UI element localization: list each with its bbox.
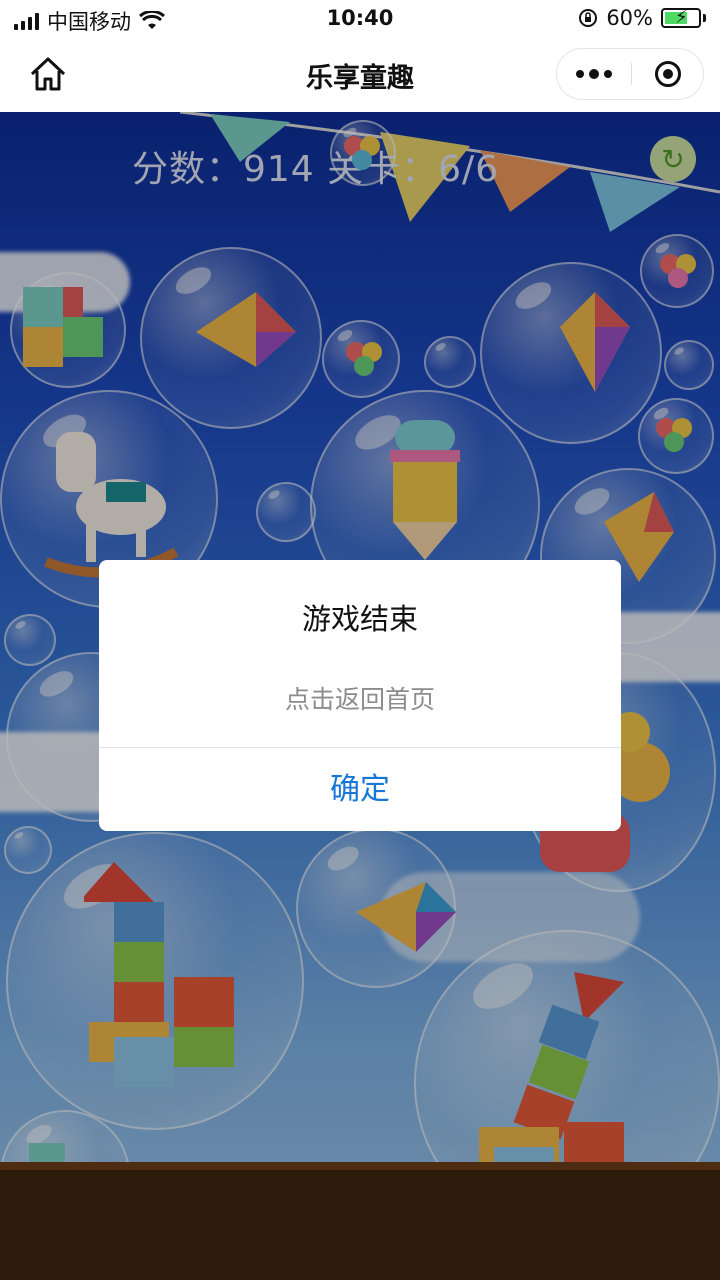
nav-bar: 乐享童趣 (0, 36, 720, 112)
status-bar: 中国移动 10:40 60% ⚡ (0, 0, 720, 36)
more-icon (576, 70, 584, 78)
confirm-button[interactable]: 确定 (99, 748, 621, 831)
more-button[interactable] (557, 49, 631, 99)
orientation-lock-icon (579, 9, 598, 27)
battery-icon: ⚡ (661, 7, 701, 28)
more-icon-dot (589, 69, 599, 79)
dialog-message: 点击返回首页 (284, 685, 435, 714)
status-right: 60% ⚡ (578, 6, 706, 30)
battery-percent: 60% (606, 6, 653, 30)
more-icon-dot (604, 70, 612, 78)
capsule-menu (556, 48, 704, 100)
dialog-title: 游戏结束 (301, 602, 418, 636)
game-over-dialog: 游戏结束 点击返回首页 确定 (99, 560, 621, 831)
close-icon (655, 61, 681, 87)
close-button[interactable] (631, 49, 705, 99)
battery-tip (703, 14, 706, 22)
